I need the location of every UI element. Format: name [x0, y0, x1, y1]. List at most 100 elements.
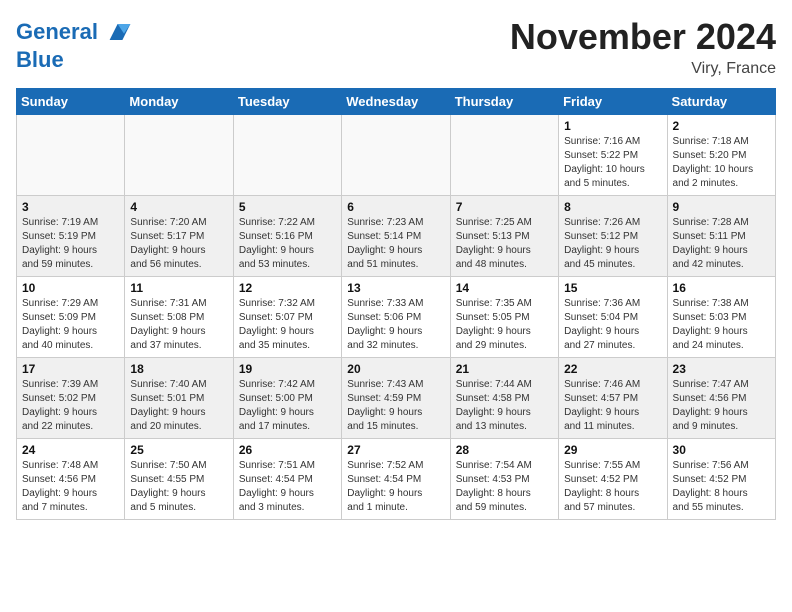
- day-info: Sunrise: 7:50 AM Sunset: 4:55 PM Dayligh…: [130, 459, 227, 515]
- calendar-cell: 23 Sunrise: 7:47 AM Sunset: 4:56 PM Dayli…: [667, 358, 775, 439]
- calendar-cell: 15 Sunrise: 7:36 AM Sunset: 5:04 PM Dayli…: [559, 277, 667, 358]
- calendar-cell: 6 Sunrise: 7:23 AM Sunset: 5:14 PM Daylig…: [342, 196, 450, 277]
- day-number: 20: [347, 362, 444, 376]
- day-number: 7: [456, 200, 553, 214]
- day-number: 26: [239, 443, 336, 457]
- day-number: 8: [564, 200, 661, 214]
- day-info: Sunrise: 7:36 AM Sunset: 5:04 PM Dayligh…: [564, 297, 661, 353]
- day-info: Sunrise: 7:29 AM Sunset: 5:09 PM Dayligh…: [22, 297, 119, 353]
- day-info: Sunrise: 7:20 AM Sunset: 5:17 PM Dayligh…: [130, 216, 227, 272]
- day-number: 24: [22, 443, 119, 457]
- day-number: 19: [239, 362, 336, 376]
- calendar-cell: [233, 115, 341, 196]
- logo-icon: [100, 16, 132, 48]
- month-title: November 2024: [510, 16, 776, 58]
- day-info: Sunrise: 7:25 AM Sunset: 5:13 PM Dayligh…: [456, 216, 553, 272]
- logo-text: General: [16, 20, 98, 44]
- day-info: Sunrise: 7:52 AM Sunset: 4:54 PM Dayligh…: [347, 459, 444, 515]
- day-number: 5: [239, 200, 336, 214]
- day-info: Sunrise: 7:31 AM Sunset: 5:08 PM Dayligh…: [130, 297, 227, 353]
- header: General Blue November 2024 Viry, France: [16, 16, 776, 78]
- day-number: 17: [22, 362, 119, 376]
- title-area: November 2024 Viry, France: [510, 16, 776, 78]
- day-number: 21: [456, 362, 553, 376]
- calendar-cell: 24 Sunrise: 7:48 AM Sunset: 4:56 PM Dayli…: [17, 439, 125, 520]
- day-number: 6: [347, 200, 444, 214]
- calendar-cell: 28Sunrise: 7:54 AM Sunset: 4:53 PM Dayli…: [450, 439, 558, 520]
- calendar-cell: 4 Sunrise: 7:20 AM Sunset: 5:17 PM Daylig…: [125, 196, 233, 277]
- day-info: Sunrise: 7:48 AM Sunset: 4:56 PM Dayligh…: [22, 459, 119, 515]
- day-number: 11: [130, 281, 227, 295]
- day-info: Sunrise: 7:16 AM Sunset: 5:22 PM Dayligh…: [564, 135, 661, 191]
- calendar-cell: 18 Sunrise: 7:40 AM Sunset: 5:01 PM Dayli…: [125, 358, 233, 439]
- day-number: 13: [347, 281, 444, 295]
- calendar-week-5: 24 Sunrise: 7:48 AM Sunset: 4:56 PM Dayli…: [17, 439, 776, 520]
- calendar: SundayMondayTuesdayWednesdayThursdayFrid…: [16, 88, 776, 520]
- day-info: Sunrise: 7:42 AM Sunset: 5:00 PM Dayligh…: [239, 378, 336, 434]
- calendar-cell: 3 Sunrise: 7:19 AM Sunset: 5:19 PM Daylig…: [17, 196, 125, 277]
- calendar-cell: 11 Sunrise: 7:31 AM Sunset: 5:08 PM Dayli…: [125, 277, 233, 358]
- day-info: Sunrise: 7:26 AM Sunset: 5:12 PM Dayligh…: [564, 216, 661, 272]
- day-info: Sunrise: 7:43 AM Sunset: 4:59 PM Dayligh…: [347, 378, 444, 434]
- weekday-header-wednesday: Wednesday: [342, 89, 450, 115]
- day-info: Sunrise: 7:39 AM Sunset: 5:02 PM Dayligh…: [22, 378, 119, 434]
- calendar-cell: 16Sunrise: 7:38 AM Sunset: 5:03 PM Dayli…: [667, 277, 775, 358]
- day-info: Sunrise: 7:56 AM Sunset: 4:52 PM Dayligh…: [673, 459, 770, 515]
- day-info: Sunrise: 7:47 AM Sunset: 4:56 PM Dayligh…: [673, 378, 770, 434]
- logo-blue: Blue: [16, 48, 64, 72]
- day-number: 16: [673, 281, 770, 295]
- weekday-header-friday: Friday: [559, 89, 667, 115]
- day-number: 18: [130, 362, 227, 376]
- day-number: 2: [673, 119, 770, 133]
- calendar-cell: 2Sunrise: 7:18 AM Sunset: 5:20 PM Daylig…: [667, 115, 775, 196]
- day-number: 29: [564, 443, 661, 457]
- weekday-header-monday: Monday: [125, 89, 233, 115]
- calendar-cell: 29 Sunrise: 7:55 AM Sunset: 4:52 PM Dayli…: [559, 439, 667, 520]
- calendar-cell: 5 Sunrise: 7:22 AM Sunset: 5:16 PM Daylig…: [233, 196, 341, 277]
- day-number: 15: [564, 281, 661, 295]
- calendar-week-1: 1 Sunrise: 7:16 AM Sunset: 5:22 PM Daylig…: [17, 115, 776, 196]
- calendar-cell: 12Sunrise: 7:32 AM Sunset: 5:07 PM Dayli…: [233, 277, 341, 358]
- weekday-header-sunday: Sunday: [17, 89, 125, 115]
- day-info: Sunrise: 7:28 AM Sunset: 5:11 PM Dayligh…: [673, 216, 770, 272]
- calendar-cell: 25 Sunrise: 7:50 AM Sunset: 4:55 PM Dayli…: [125, 439, 233, 520]
- day-number: 25: [130, 443, 227, 457]
- day-info: Sunrise: 7:44 AM Sunset: 4:58 PM Dayligh…: [456, 378, 553, 434]
- day-info: Sunrise: 7:32 AM Sunset: 5:07 PM Dayligh…: [239, 297, 336, 353]
- calendar-cell: 13Sunrise: 7:33 AM Sunset: 5:06 PM Dayli…: [342, 277, 450, 358]
- day-info: Sunrise: 7:54 AM Sunset: 4:53 PM Dayligh…: [456, 459, 553, 515]
- day-info: Sunrise: 7:23 AM Sunset: 5:14 PM Dayligh…: [347, 216, 444, 272]
- calendar-cell: 10 Sunrise: 7:29 AM Sunset: 5:09 PM Dayli…: [17, 277, 125, 358]
- day-number: 30: [673, 443, 770, 457]
- day-number: 9: [673, 200, 770, 214]
- day-info: Sunrise: 7:35 AM Sunset: 5:05 PM Dayligh…: [456, 297, 553, 353]
- day-number: 3: [22, 200, 119, 214]
- calendar-cell: 14 Sunrise: 7:35 AM Sunset: 5:05 PM Dayli…: [450, 277, 558, 358]
- weekday-header-saturday: Saturday: [667, 89, 775, 115]
- calendar-cell: 22Sunrise: 7:46 AM Sunset: 4:57 PM Dayli…: [559, 358, 667, 439]
- day-info: Sunrise: 7:55 AM Sunset: 4:52 PM Dayligh…: [564, 459, 661, 515]
- day-info: Sunrise: 7:19 AM Sunset: 5:19 PM Dayligh…: [22, 216, 119, 272]
- day-number: 4: [130, 200, 227, 214]
- day-info: Sunrise: 7:22 AM Sunset: 5:16 PM Dayligh…: [239, 216, 336, 272]
- day-number: 14: [456, 281, 553, 295]
- day-number: 1: [564, 119, 661, 133]
- calendar-cell: 1 Sunrise: 7:16 AM Sunset: 5:22 PM Daylig…: [559, 115, 667, 196]
- calendar-cell: 8 Sunrise: 7:26 AM Sunset: 5:12 PM Daylig…: [559, 196, 667, 277]
- calendar-cell: [342, 115, 450, 196]
- calendar-week-4: 17 Sunrise: 7:39 AM Sunset: 5:02 PM Dayli…: [17, 358, 776, 439]
- calendar-cell: 20 Sunrise: 7:43 AM Sunset: 4:59 PM Dayli…: [342, 358, 450, 439]
- weekday-header-tuesday: Tuesday: [233, 89, 341, 115]
- day-number: 22: [564, 362, 661, 376]
- calendar-cell: 27Sunrise: 7:52 AM Sunset: 4:54 PM Dayli…: [342, 439, 450, 520]
- calendar-cell: 26Sunrise: 7:51 AM Sunset: 4:54 PM Dayli…: [233, 439, 341, 520]
- day-number: 10: [22, 281, 119, 295]
- day-info: Sunrise: 7:40 AM Sunset: 5:01 PM Dayligh…: [130, 378, 227, 434]
- calendar-cell: 9 Sunrise: 7:28 AM Sunset: 5:11 PM Daylig…: [667, 196, 775, 277]
- calendar-cell: 19 Sunrise: 7:42 AM Sunset: 5:00 PM Dayli…: [233, 358, 341, 439]
- calendar-cell: [450, 115, 558, 196]
- day-number: 23: [673, 362, 770, 376]
- calendar-cell: 17 Sunrise: 7:39 AM Sunset: 5:02 PM Dayli…: [17, 358, 125, 439]
- calendar-cell: 7 Sunrise: 7:25 AM Sunset: 5:13 PM Daylig…: [450, 196, 558, 277]
- logo: General Blue: [16, 16, 132, 72]
